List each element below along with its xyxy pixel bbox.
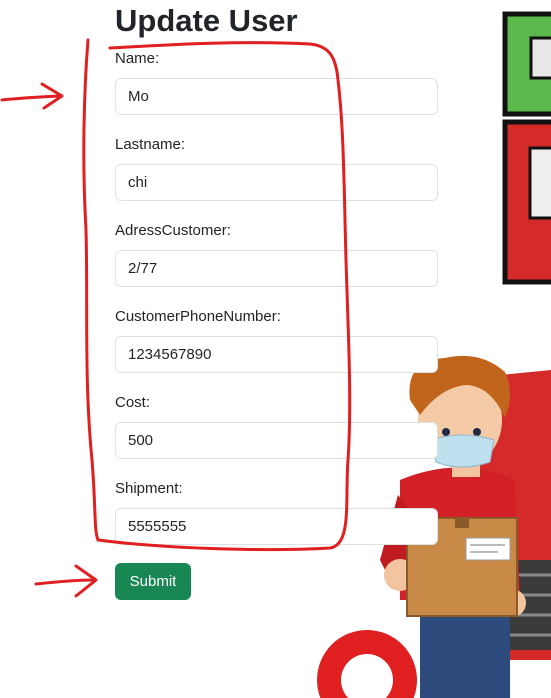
lastname-label: Lastname: (115, 136, 186, 153)
submit-button[interactable]: Submit (115, 563, 191, 600)
name-input[interactable] (115, 78, 438, 115)
cost-input[interactable] (115, 422, 438, 459)
phone-input[interactable] (115, 336, 438, 373)
shipment-input[interactable] (115, 508, 438, 545)
page-title: Update User (115, 3, 298, 38)
address-label: AdressCustomer: (115, 222, 231, 239)
cost-label: Cost: (115, 394, 151, 411)
shipment-label: Shipment: (115, 480, 183, 497)
phone-label: CustomerPhoneNumber: (115, 308, 281, 325)
lastname-input[interactable] (115, 164, 438, 201)
name-label: Name: (115, 50, 160, 67)
address-input[interactable] (115, 250, 438, 287)
page: Update User Name: Lastname: AdressCustom… (0, 0, 551, 698)
